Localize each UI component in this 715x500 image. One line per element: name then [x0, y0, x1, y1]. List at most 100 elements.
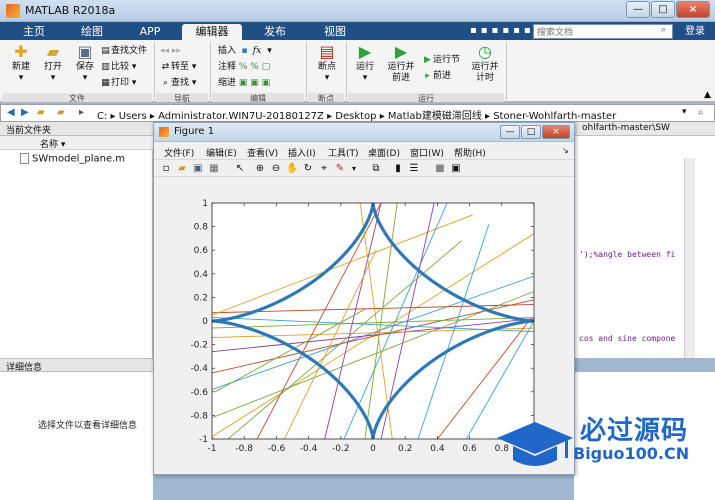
editor-file-tab[interactable]: ohlfarth-master\SW	[574, 122, 715, 136]
chevron-down-icon: ▾	[50, 73, 56, 83]
login-button[interactable]: 登录	[681, 24, 709, 40]
comment-button[interactable]: 注释 % % ▢	[218, 61, 270, 73]
insert-icon: ▪	[241, 46, 248, 56]
print-button[interactable]: ▦打印 ▾	[100, 77, 136, 89]
figure-toolbar: ▫ ▰ ▣ ▦ ↖ ⊕ ⊖ ✋ ↻ ⌖ ✎ ▾ ⧉ ▮ ☰ ■ ▣	[154, 159, 574, 177]
show-plot-tools-icon[interactable]: ▣	[450, 163, 462, 175]
indent-button[interactable]: 缩进 ▣ ▣ ▣	[218, 77, 270, 89]
breakpoints-button[interactable]: ▤ 断点 ▾	[310, 42, 344, 84]
run-section-button[interactable]: ▶ 运行节	[422, 54, 460, 66]
tab-home[interactable]: 主页	[14, 24, 54, 40]
collapse-toolstrip-icon[interactable]: ▲	[704, 90, 711, 100]
minimize-button[interactable]: —	[626, 1, 650, 18]
find-files-button[interactable]: ▤查找文件	[100, 45, 147, 57]
menu-desktop[interactable]: 桌面(D)	[368, 146, 400, 159]
menu-window[interactable]: 窗口(W)	[410, 146, 444, 159]
tab-apps[interactable]: APP	[130, 24, 170, 40]
insert-colorbar-icon[interactable]: ▮	[392, 163, 404, 175]
section-divider	[210, 42, 211, 100]
fx-icon: fx	[252, 46, 262, 56]
chevron-down-icon: ▾	[324, 73, 330, 83]
save-button[interactable]: ▣ 保存 ▾	[70, 42, 100, 84]
new-button[interactable]: ✚ 新建 ▾	[6, 42, 36, 84]
run-button[interactable]: ▶ 运行 ▾	[350, 42, 380, 84]
brush-dropdown-icon[interactable]: ▾	[348, 163, 360, 175]
list-item[interactable]: SWmodel_plane.m	[20, 153, 125, 165]
watermark-chinese-text: 必过源码	[580, 416, 689, 446]
open-file-icon[interactable]: ▰	[176, 163, 188, 175]
menu-edit[interactable]: 编辑(E)	[206, 146, 237, 159]
zoom-out-icon[interactable]: ⊖	[270, 163, 282, 175]
open-button[interactable]: ▰ 打开 ▾	[38, 42, 68, 84]
menu-file[interactable]: 文件(F)	[164, 146, 194, 159]
hide-plot-tools-icon[interactable]: ■	[434, 163, 446, 175]
pan-hand-icon[interactable]: ✋	[286, 163, 298, 175]
insert-button[interactable]: 插入 ▪ fx ▾	[218, 45, 275, 57]
forward-arrow-icon[interactable]: ▶	[21, 107, 29, 118]
x-tick-label: 0.4	[430, 444, 445, 454]
save-figure-icon[interactable]: ▣	[192, 163, 204, 175]
advance-icon: ▸	[425, 71, 430, 81]
find-button[interactable]: ⌕ 查找 ▾	[160, 77, 196, 89]
figure-restore-button[interactable]: □	[521, 125, 541, 139]
address-search-icon[interactable]: ⌕	[698, 107, 704, 118]
navigate-back-forward-icons[interactable]: ◂◂ ▸▸	[160, 45, 181, 57]
zoom-in-icon[interactable]: ⊕	[254, 163, 266, 175]
back-arrow-icon[interactable]: ◀	[7, 107, 15, 118]
tab-view[interactable]: 视图	[315, 24, 355, 40]
chevron-down-icon: ▾	[18, 73, 24, 83]
menu-view[interactable]: 查看(V)	[247, 146, 278, 159]
run-section-icon: ▶	[424, 55, 431, 65]
data-cursor-icon[interactable]: ⌖	[318, 163, 330, 175]
link-plot-icon[interactable]: ⧉	[370, 163, 382, 175]
run-timer-icon: ◷	[478, 42, 492, 61]
editor-scrollbar[interactable]	[684, 158, 695, 358]
m-file-icon	[20, 153, 29, 164]
close-button[interactable]: ×	[676, 1, 710, 18]
address-dropdown-icon[interactable]: ▾	[682, 107, 687, 117]
goto-icon: ⇄	[161, 62, 170, 72]
brush-icon[interactable]: ✎	[334, 163, 346, 175]
run-and-advance-button[interactable]: ▶ 运行并 前进	[384, 42, 418, 84]
x-tick-label: 0.2	[398, 444, 412, 454]
current-folder-address-bar: ◀ ▶ ▰ ▰ ▸ C: ▸ Users ▸ Administrator.WIN…	[0, 104, 715, 122]
x-tick-label: -0.6	[268, 444, 286, 454]
tab-publish[interactable]: 发布	[255, 24, 295, 40]
tab-editor[interactable]: 编辑器	[182, 24, 242, 40]
search-documentation-input[interactable]	[533, 24, 673, 39]
up-folder-icon[interactable]: ▰	[37, 107, 45, 118]
name-column-header[interactable]: 名称 ▾	[0, 136, 153, 150]
section-divider	[506, 42, 507, 100]
tab-plots[interactable]: 绘图	[72, 24, 112, 40]
search-icon[interactable]: ⌕	[661, 25, 671, 36]
figure-minimize-button[interactable]: —	[500, 125, 520, 139]
dock-arrow-icon[interactable]: ↘	[562, 146, 569, 155]
section-divider	[306, 42, 307, 100]
x-tick-label: 0	[370, 444, 376, 454]
goto-button[interactable]: ⇄ 转至 ▾	[160, 61, 197, 73]
menu-help[interactable]: 帮助(H)	[454, 146, 486, 159]
figure-menu-bar: 文件(F) 编辑(E) 查看(V) 插入(I) 工具(T) 桌面(D) 窗口(W…	[154, 143, 574, 159]
run-and-time-button[interactable]: ◷ 运行并 计时	[468, 42, 502, 84]
folder-icon: ▰	[46, 42, 60, 61]
insert-menu-icon: ▾	[267, 46, 272, 56]
figure-close-button[interactable]: ×	[542, 125, 570, 139]
insert-legend-icon[interactable]: ☰	[408, 163, 420, 175]
advance-button[interactable]: ▸ 前进	[422, 70, 451, 82]
maximize-button[interactable]: □	[651, 1, 675, 18]
compare-icon: ▥	[101, 62, 110, 72]
details-panel: 选择文件以查看详细信息	[0, 372, 153, 500]
figure-title-bar[interactable]: Figure 1 — □ ×	[154, 123, 574, 142]
address-path[interactable]: C: ▸ Users ▸ Administrator.WIN7U-2018012…	[97, 107, 616, 122]
menu-tools[interactable]: 工具(T)	[328, 146, 359, 159]
section-label-run: 运行	[348, 93, 504, 103]
compare-button[interactable]: ▥比较 ▾	[100, 61, 136, 73]
menu-insert[interactable]: 插入(I)	[288, 146, 316, 159]
details-hint: 选择文件以查看详细信息	[38, 421, 138, 431]
browse-folder-icon[interactable]: ▰	[57, 107, 65, 118]
edit-plot-arrow-icon[interactable]: ↖	[234, 163, 246, 175]
print-figure-icon[interactable]: ▦	[208, 163, 220, 175]
rotate-3d-icon[interactable]: ↻	[302, 163, 314, 175]
new-figure-icon[interactable]: ▫	[160, 163, 172, 175]
quick-access-toolbar-icon[interactable]: ▪▪▪▪▪▪	[470, 25, 535, 36]
